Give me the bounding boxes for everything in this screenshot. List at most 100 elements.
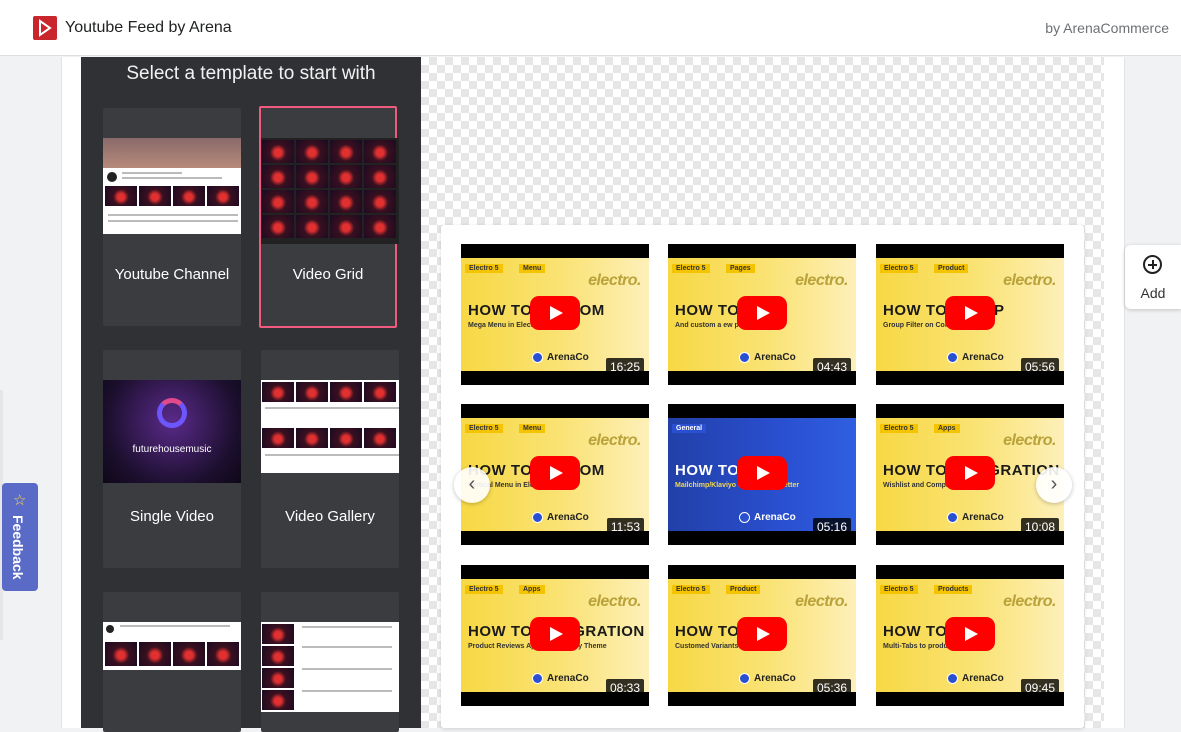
video-card[interactable]: Electro 5 Product electro. HOW TO ADD Custom…: [668, 565, 856, 706]
video-topic-tag: Product: [726, 585, 761, 594]
theme-brand: electro.: [588, 593, 641, 610]
template-youtube-channel[interactable]: Youtube Channel: [103, 108, 241, 326]
carousel-prev-button[interactable]: ‹: [454, 467, 490, 503]
video-card[interactable]: Electro 5 Products electro. HOW TO ADD Multi…: [876, 565, 1064, 706]
video-duration: 04:43: [812, 358, 851, 376]
video-category-tag: Electro 5: [880, 264, 918, 273]
theme-brand: electro.: [588, 272, 641, 289]
play-icon[interactable]: [945, 296, 995, 330]
video-list-thumbnail: [261, 622, 399, 712]
video-topic-tag: Apps: [934, 424, 960, 433]
feedback-label: Feedback: [10, 515, 26, 580]
video-category-tag: Electro 5: [465, 264, 503, 273]
youtube-channel-thumbnail: [103, 138, 241, 234]
arena-brand: ArenaCo: [547, 673, 589, 684]
add-button[interactable]: Add: [1125, 245, 1181, 309]
panel-title: Select a template to start with: [126, 63, 376, 84]
template-video-grid[interactable]: Video Grid: [259, 106, 399, 328]
template-panel: Select a template to start with Youtube …: [81, 57, 421, 732]
video-category-tag: Electro 5: [880, 585, 918, 594]
video-duration: 05:56: [1020, 358, 1059, 376]
single-video-thumbnail: futurehousemusic: [103, 380, 241, 483]
play-icon[interactable]: [945, 617, 995, 651]
app-title: Youtube Feed by Arena: [65, 19, 232, 36]
arena-logo-icon: [947, 673, 958, 684]
video-topic-tag: Apps: [519, 585, 545, 594]
arena-brand: ArenaCo: [754, 673, 796, 684]
arena-brand: ArenaCo: [547, 352, 589, 363]
play-icon[interactable]: [530, 296, 580, 330]
video-grid-thumbnail: [261, 138, 399, 244]
template-label: Video Gallery: [285, 508, 375, 525]
arena-logo-icon: [947, 512, 958, 523]
star-icon: ☆: [13, 492, 27, 509]
video-topic-tag: Menu: [519, 424, 546, 433]
video-category-tag: General: [672, 424, 707, 433]
video-duration: 05:16: [812, 518, 851, 536]
video-topic-tag: Menu: [519, 264, 546, 273]
feedback-tab[interactable]: ☆ Feedback: [2, 483, 38, 591]
video-card[interactable]: Electro 5 Apps electro. HOW TO INTEGRATION P…: [461, 565, 649, 706]
video-card[interactable]: Electro 5 Apps electro. HOW TO INTEGRATION W…: [876, 404, 1064, 545]
video-topic-tag: Products: [934, 585, 973, 594]
video-card[interactable]: Electro 5 Product electro. HOW TO SETUP Grou…: [876, 244, 1064, 385]
video-topic-tag: Product: [934, 264, 969, 273]
video-category-tag: Electro 5: [465, 585, 503, 594]
video-category-tag: Electro 5: [672, 264, 710, 273]
arena-brand: ArenaCo: [754, 352, 796, 363]
theme-brand: electro.: [588, 432, 641, 449]
vendor-credit: by ArenaCommerce: [1045, 20, 1169, 36]
template-video-gallery[interactable]: Video Gallery: [261, 350, 399, 568]
arena-logo-icon: [532, 512, 543, 523]
template-video-list[interactable]: [261, 592, 399, 732]
arena-logo-icon: [739, 352, 750, 363]
app-header: Youtube Feed by Arena by ArenaCommerce: [0, 0, 1181, 56]
play-icon[interactable]: [530, 617, 580, 651]
arena-logo-icon: [739, 673, 750, 684]
play-icon[interactable]: [737, 296, 787, 330]
video-card[interactable]: Electro 5Menuelectro.HOW TO CUSTOMMega M…: [461, 244, 649, 385]
plus-circle-icon: [1143, 255, 1162, 274]
video-category-tag: Electro 5: [465, 424, 503, 433]
arena-logo-icon: [532, 673, 543, 684]
play-icon[interactable]: [530, 456, 580, 490]
music-logo-icon: [157, 398, 187, 428]
video-category-tag: Electro 5: [880, 424, 918, 433]
arena-logo-icon: [532, 352, 543, 363]
arena-brand: ArenaCo: [754, 512, 796, 523]
arena-brand: ArenaCo: [962, 512, 1004, 523]
video-card[interactable]: General HOW TO LINK Mailchimp/Klaviyo to y…: [668, 404, 856, 545]
template-label: Single Video: [130, 508, 214, 525]
template-single-video[interactable]: futurehousemusic Single Video: [103, 350, 241, 568]
video-duration: 08:33: [605, 679, 644, 697]
video-card[interactable]: Electro 5Menuelectro.HOW TO CUSTOMVertic…: [461, 404, 649, 545]
theme-brand: electro.: [795, 272, 848, 289]
arena-logo-icon: [947, 352, 958, 363]
add-button-label: Add: [1140, 285, 1166, 301]
arena-brand: ArenaCo: [962, 673, 1004, 684]
arena-brand: ArenaCo: [962, 352, 1004, 363]
video-duration: 10:08: [1020, 518, 1059, 536]
arena-brand: ArenaCo: [547, 512, 589, 523]
play-icon[interactable]: [945, 456, 995, 490]
video-card[interactable]: Electro 5 Pages electro. HOW TO ADD And cust…: [668, 244, 856, 385]
theme-brand: electro.: [1003, 432, 1056, 449]
template-label: Video Grid: [292, 266, 364, 283]
play-icon[interactable]: [737, 456, 787, 490]
carousel-next-button[interactable]: ›: [1036, 467, 1072, 503]
template-compact-channel[interactable]: [103, 592, 241, 732]
template-label: Youtube Channel: [114, 266, 230, 283]
theme-brand: electro.: [1003, 272, 1056, 289]
video-duration: 16:25: [605, 358, 644, 376]
video-category-tag: Electro 5: [672, 585, 710, 594]
single-video-brand: futurehousemusic: [132, 444, 212, 455]
video-duration: 09:45: [1020, 679, 1059, 697]
video-duration: 05:36: [812, 679, 851, 697]
app-logo-icon: [33, 16, 57, 40]
arena-logo-icon: [739, 512, 750, 523]
video-duration: 11:53: [606, 518, 644, 536]
video-topic-tag: Pages: [726, 264, 755, 273]
video-gallery-thumbnail: [261, 380, 399, 473]
compact-channel-thumbnail: [103, 622, 241, 670]
play-icon[interactable]: [737, 617, 787, 651]
